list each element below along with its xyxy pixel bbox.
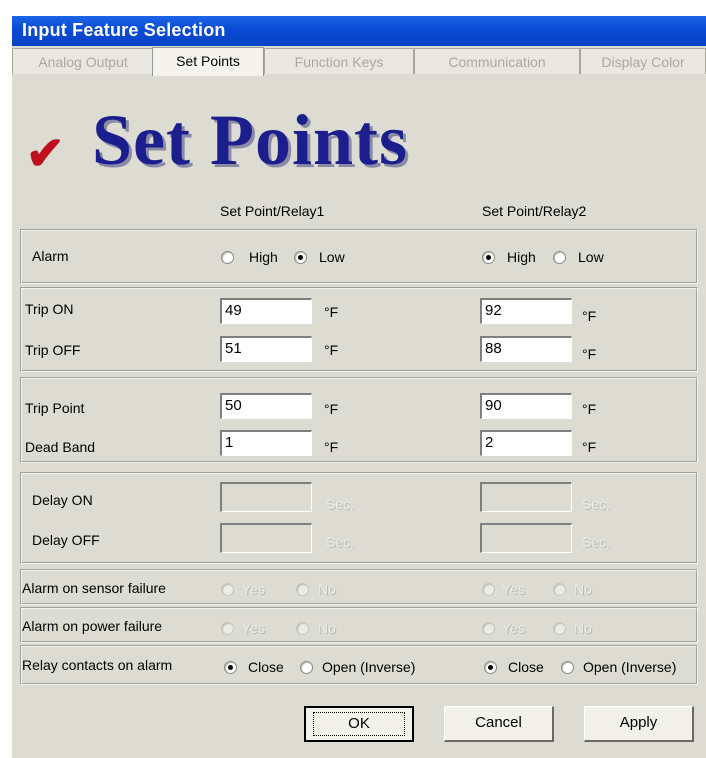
tab-function-keys[interactable]: Function Keys xyxy=(264,48,414,74)
relay1-close-radio[interactable] xyxy=(224,661,237,674)
relay1-trip-point-unit: °F xyxy=(324,401,339,417)
alarm-relay2-high-label: High xyxy=(507,249,536,265)
dead-band-label: Dead Band xyxy=(25,439,96,455)
tab-display-color[interactable]: Display Color xyxy=(580,48,706,74)
sensor-failure-label: Alarm on sensor failure xyxy=(22,580,166,596)
sensor-failure-relay2-yes-label: Yes xyxy=(502,581,525,597)
power-failure-relay1-no-label: No xyxy=(318,620,336,636)
relay-contacts-label: Relay contacts on alarm xyxy=(22,657,173,673)
relay1-trip-on-input[interactable]: 49 xyxy=(220,298,312,324)
alarm-relay2-low-label: Low xyxy=(578,249,604,265)
alarm-relay2-high-radio[interactable] xyxy=(482,251,495,264)
alarm-relay1-high-label: High xyxy=(249,249,278,265)
relay2-trip-off-unit: °F xyxy=(582,346,597,362)
radio-selected-dot xyxy=(228,665,233,670)
cancel-button[interactable]: Cancel xyxy=(444,706,554,742)
alarm-relay1-low-label: Low xyxy=(319,249,345,265)
sensor-failure-relay2-no-label: No xyxy=(574,581,592,597)
power-failure-relay2-yes-radio[interactable] xyxy=(482,622,495,635)
power-failure-relay1-yes-radio[interactable] xyxy=(221,622,234,635)
ok-button[interactable]: OK xyxy=(304,706,414,742)
relay1-delay-off-unit: Sec. xyxy=(326,534,355,550)
sensor-failure-relay1-yes-radio[interactable] xyxy=(221,583,234,596)
relay1-delay-on-input[interactable] xyxy=(220,482,312,512)
relay2-open-label: Open (Inverse) xyxy=(583,659,677,675)
relay2-dead-band-input[interactable]: 2 xyxy=(480,430,572,456)
delay-off-label: Delay OFF xyxy=(32,532,100,548)
relay1-trip-off-unit: °F xyxy=(324,342,339,358)
apply-button[interactable]: Apply xyxy=(584,706,694,742)
tab-analog-output[interactable]: Analog Output xyxy=(12,48,154,74)
relay1-trip-on-unit: °F xyxy=(324,304,339,320)
sensor-failure-relay1-no-radio[interactable] xyxy=(296,583,309,596)
relay1-trip-off-input[interactable]: 51 xyxy=(220,336,312,362)
relay1-delay-on-unit: Sec. xyxy=(326,496,355,512)
relay1-close-label: Close xyxy=(248,659,284,675)
relay2-trip-point-unit: °F xyxy=(582,401,597,417)
alarm-relay1-high-radio[interactable] xyxy=(221,251,234,264)
ok-button-label: OK xyxy=(313,712,405,736)
sensor-failure-relay2-no-radio[interactable] xyxy=(553,583,566,596)
relay2-trip-on-unit: °F xyxy=(582,308,597,324)
alarm-label: Alarm xyxy=(32,248,69,264)
tab-strip: Analog Output Set Points Function Keys C… xyxy=(12,47,706,76)
relay2-delay-on-input[interactable] xyxy=(480,482,572,512)
delay-group xyxy=(20,472,698,564)
sensor-failure-relay2-yes-radio[interactable] xyxy=(482,583,495,596)
relay2-trip-on-input[interactable]: 92 xyxy=(480,298,572,324)
alarm-relay2-low-radio[interactable] xyxy=(553,251,566,264)
window-title: Input Feature Selection xyxy=(22,20,226,40)
title-bar[interactable]: Input Feature Selection xyxy=(12,16,706,46)
power-failure-relay2-no-radio[interactable] xyxy=(553,622,566,635)
radio-selected-dot xyxy=(488,665,493,670)
tab-set-points[interactable]: Set Points xyxy=(152,47,264,76)
relay2-column-header: Set Point/Relay2 xyxy=(482,203,587,219)
tripband-group xyxy=(20,377,698,463)
checkmark-icon: ✔ xyxy=(26,126,65,180)
relay2-delay-off-input[interactable] xyxy=(480,523,572,553)
radio-selected-dot xyxy=(298,255,303,260)
sensor-failure-relay1-yes-label: Yes xyxy=(242,581,265,597)
relay1-dead-band-unit: °F xyxy=(324,439,339,455)
alarm-relay1-low-radio[interactable] xyxy=(294,251,307,264)
relay2-delay-off-unit: Sec. xyxy=(582,534,611,550)
power-failure-relay2-yes-label: Yes xyxy=(502,620,525,636)
power-failure-relay1-no-radio[interactable] xyxy=(296,622,309,635)
trip-point-label: Trip Point xyxy=(25,400,85,416)
relay1-dead-band-input[interactable]: 1 xyxy=(220,430,312,456)
relay1-trip-point-input[interactable]: 50 xyxy=(220,393,312,419)
page-title: Set Points xyxy=(92,100,408,180)
trip-on-label: Trip ON xyxy=(25,301,74,317)
sensor-failure-relay1-no-label: No xyxy=(318,581,336,597)
trip-group xyxy=(20,287,698,372)
power-failure-relay1-yes-label: Yes xyxy=(242,620,265,636)
relay2-close-label: Close xyxy=(508,659,544,675)
relay2-delay-on-unit: Sec. xyxy=(582,496,611,512)
relay2-trip-point-input[interactable]: 90 xyxy=(480,393,572,419)
power-failure-relay2-no-label: No xyxy=(574,620,592,636)
relay1-open-radio[interactable] xyxy=(300,661,313,674)
relay1-column-header: Set Point/Relay1 xyxy=(220,203,325,219)
page-banner: ✔ Set Points xyxy=(12,100,706,190)
delay-on-label: Delay ON xyxy=(32,492,93,508)
tab-communication[interactable]: Communication xyxy=(414,48,580,74)
radio-selected-dot xyxy=(486,255,491,260)
relay1-delay-off-input[interactable] xyxy=(220,523,312,553)
power-failure-label: Alarm on power failure xyxy=(22,618,163,634)
dialog-window: Input Feature Selection Analog Output Se… xyxy=(12,16,706,758)
relay1-open-label: Open (Inverse) xyxy=(322,659,416,675)
relay2-trip-off-input[interactable]: 88 xyxy=(480,336,572,362)
trip-off-label: Trip OFF xyxy=(25,342,81,358)
relay2-close-radio[interactable] xyxy=(484,661,497,674)
relay2-dead-band-unit: °F xyxy=(582,439,597,455)
relay2-open-radio[interactable] xyxy=(561,661,574,674)
